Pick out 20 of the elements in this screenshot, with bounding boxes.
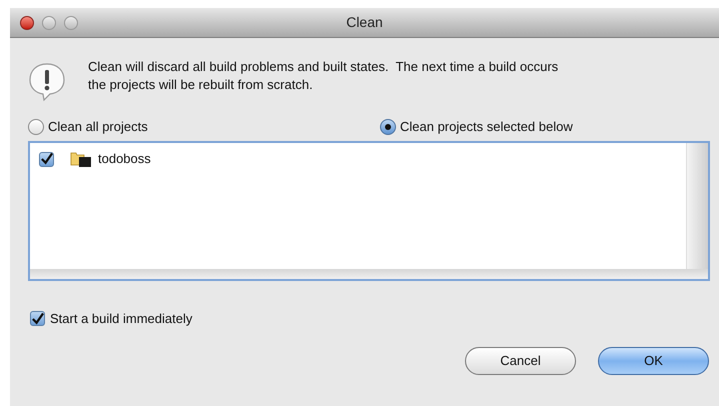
radio-label: Clean projects selected below	[400, 118, 573, 136]
radio-label: Clean all projects	[48, 118, 148, 136]
project-name: todoboss	[98, 150, 151, 168]
horizontal-scrollbar[interactable]	[30, 269, 708, 279]
checkbox[interactable]	[30, 311, 45, 326]
zoom-button[interactable]	[64, 16, 78, 30]
ok-button[interactable]: OK	[598, 346, 709, 374]
close-button[interactable]	[20, 16, 34, 30]
cancel-button[interactable]: Cancel	[465, 346, 576, 374]
radio-button[interactable]	[380, 119, 396, 135]
alert-icon	[28, 62, 66, 102]
radio-button[interactable]	[28, 119, 44, 135]
message-text: Clean will discard all build problems and built states. The next time a build occurs the projects will be rebuilt from scratch.	[88, 58, 558, 94]
minimize-button[interactable]	[42, 16, 56, 30]
project-folder-icon	[70, 150, 92, 168]
checkbox[interactable]	[39, 152, 54, 166]
project-list[interactable]: todoboss	[28, 141, 710, 281]
checkbox-label: Start a build immediately	[50, 310, 192, 328]
window-title: Clean	[345, 13, 384, 32]
vertical-scrollbar[interactable]	[686, 143, 708, 269]
